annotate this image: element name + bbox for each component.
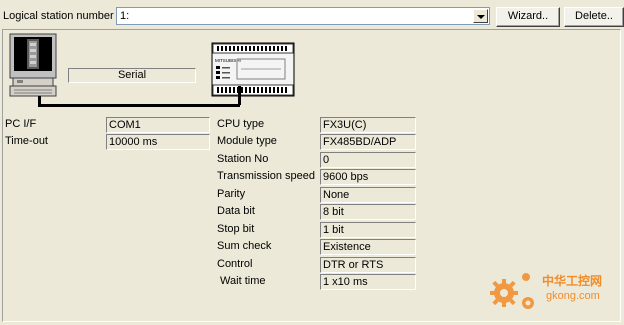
cpu-type-label: CPU type bbox=[217, 118, 265, 130]
watermark-cn-text: 中华工控网 bbox=[542, 273, 602, 288]
cpu-type-field: FX3U(C) bbox=[320, 117, 416, 133]
module-type-label: Module type bbox=[217, 135, 277, 147]
stop-bit-label: Stop bit bbox=[217, 223, 255, 235]
transmission-speed-label: Transmission speed bbox=[217, 170, 316, 182]
parity-label: Parity bbox=[217, 188, 246, 200]
stop-bit-field: 1 bit bbox=[320, 222, 416, 238]
wait-time-label: Wait time bbox=[217, 275, 266, 287]
control-field: DTR or RTS bbox=[320, 257, 416, 273]
logical-station-value: 1: bbox=[120, 10, 130, 22]
chevron-down-icon[interactable] bbox=[473, 9, 488, 23]
gkong-watermark: 中华工控网 gkong.com bbox=[490, 273, 602, 309]
control-label: Control bbox=[217, 258, 253, 270]
wizard-button[interactable]: Wizard.. bbox=[496, 7, 560, 27]
logical-station-label: Logical station number bbox=[3, 10, 114, 22]
delete-button[interactable]: Delete.. bbox=[564, 7, 624, 27]
watermark-url-text: gkong.com bbox=[546, 290, 600, 302]
module-type-field: FX485BD/ADP bbox=[320, 134, 416, 150]
timeout-field: 10000 ms bbox=[106, 134, 210, 150]
data-bit-label: Data bit bbox=[217, 205, 255, 217]
serial-connection-label: Serial bbox=[68, 68, 196, 83]
plc-icon[interactable]: MITSUBISHI bbox=[211, 42, 295, 97]
timeout-label: Time-out bbox=[5, 135, 48, 147]
station-no-label: Station No bbox=[217, 153, 269, 165]
parity-field: None bbox=[320, 187, 416, 203]
sum-check-label: Sum check bbox=[217, 240, 272, 252]
transmission-speed-field: 9600 bps bbox=[320, 169, 416, 185]
logical-station-select[interactable]: 1: bbox=[116, 7, 490, 25]
pc-if-field: COM1 bbox=[106, 117, 210, 133]
network-line bbox=[38, 104, 240, 107]
plc-connection-line bbox=[238, 86, 241, 105]
pc-if-label: PC I/F bbox=[5, 118, 37, 130]
sum-check-field: Existence bbox=[320, 239, 416, 255]
personal-computer-icon[interactable] bbox=[9, 33, 57, 97]
wait-time-field: 1 x10 ms bbox=[320, 274, 416, 290]
data-bit-field: 8 bit bbox=[320, 204, 416, 220]
station-no-field: 0 bbox=[320, 152, 416, 168]
